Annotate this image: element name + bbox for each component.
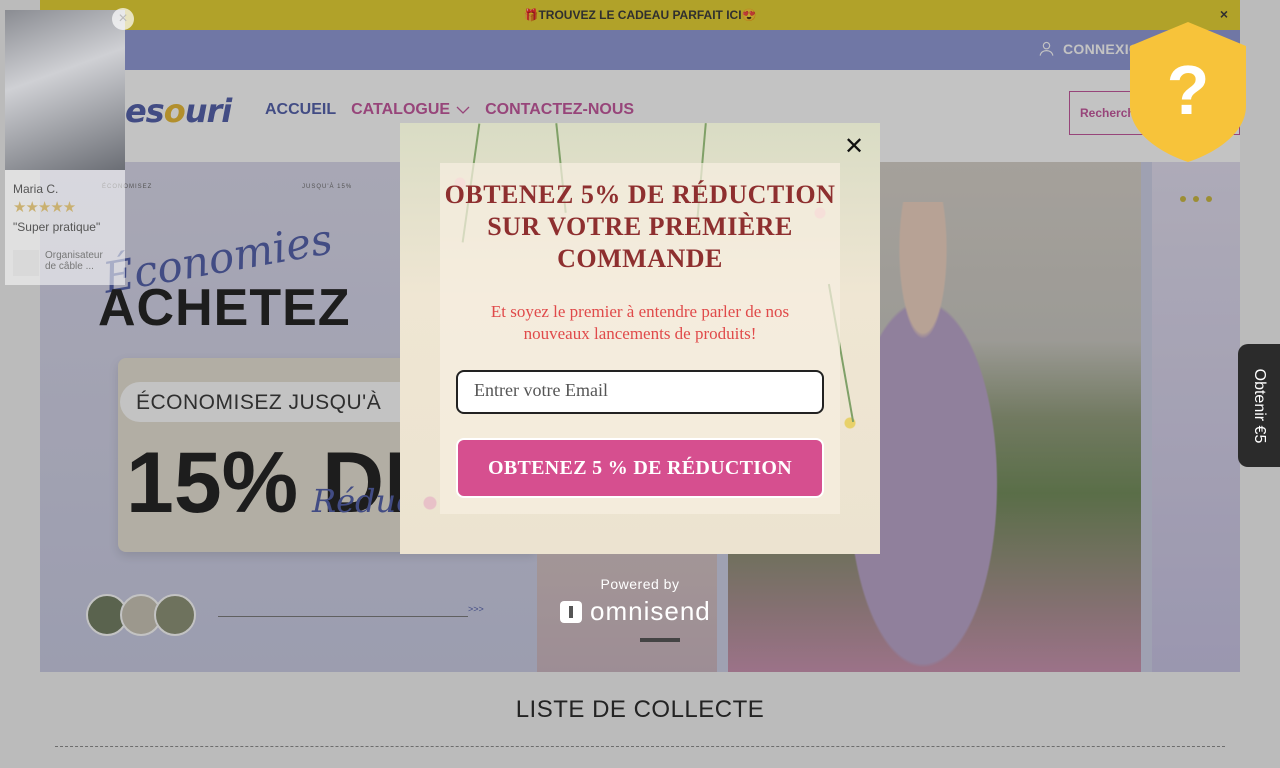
email-field[interactable]: Entrer votre Email: [456, 370, 824, 414]
shield-help-icon[interactable]: ?: [1126, 20, 1250, 164]
review-close-icon[interactable]: ×: [112, 8, 134, 30]
review-widget[interactable]: × Maria C. ★★★★★ "Super pratique" Organi…: [5, 8, 134, 285]
shield-symbol: ?: [1167, 51, 1210, 129]
powered-by-text: Powered by: [600, 576, 680, 592]
review-image: [5, 10, 125, 170]
review-text: "Super pratique": [13, 220, 101, 234]
review-author: Maria C.: [13, 182, 59, 196]
discount-popup: ✕ OBTENEZ 5% DE RÉDUCTION SUR VOTRE PREM…: [400, 123, 880, 554]
get-reward-tab[interactable]: Obtenir €5: [1238, 344, 1280, 467]
get-reward-label: Obtenir €5: [1251, 368, 1268, 443]
popup-close-icon[interactable]: ✕: [844, 135, 864, 159]
review-stars: ★★★★★: [13, 199, 76, 216]
omnisend-icon: [560, 600, 582, 623]
review-product[interactable]: Organisateur de câble ...: [13, 250, 115, 276]
omnisend-brand: omnisend: [590, 596, 711, 626]
popup-subtitle: Et soyez le premier à entendre parler de…: [490, 302, 790, 343]
popup-title: OBTENEZ 5% DE RÉDUCTION SUR VOTRE PREMIÈ…: [444, 180, 836, 273]
get-discount-button[interactable]: OBTENEZ 5 % DE RÉDUCTION: [456, 438, 824, 498]
review-product-name: Organisateur de câble ...: [45, 250, 103, 272]
omnisend-logo[interactable]: omnisend: [560, 596, 711, 627]
product-thumbnail: [13, 250, 39, 276]
popup-progress-bar: [640, 638, 680, 642]
